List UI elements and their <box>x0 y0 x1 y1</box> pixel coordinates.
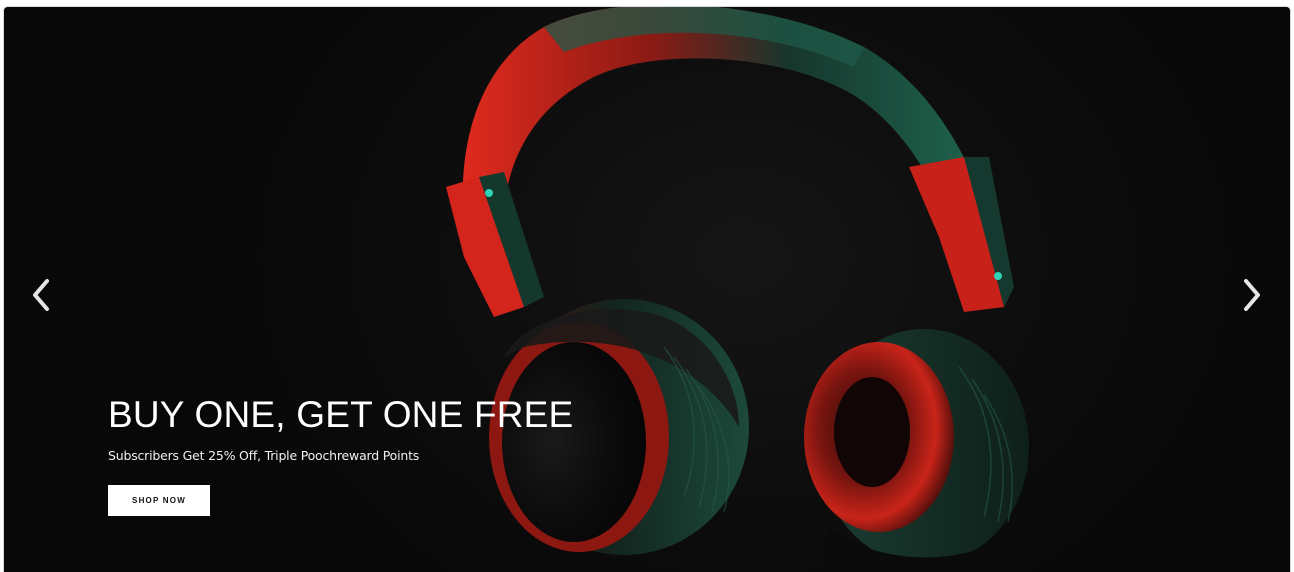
shop-now-button[interactable]: SHOP NOW <box>108 485 210 516</box>
banner-subheadline: Subscribers Get 25% Off, Triple Poochrew… <box>108 448 420 463</box>
carousel-next-button[interactable] <box>1237 275 1267 315</box>
chevron-left-icon <box>33 279 49 311</box>
chevron-right-icon <box>1244 279 1260 311</box>
banner-headline: BUY ONE, GET ONE FREE <box>108 394 574 435</box>
hero-carousel: BUY ONE, GET ONE FREE Subscribers Get 25… <box>4 7 1290 572</box>
carousel-prev-button[interactable] <box>26 275 56 315</box>
page: BUY ONE, GET ONE FREE Subscribers Get 25… <box>0 0 1294 572</box>
